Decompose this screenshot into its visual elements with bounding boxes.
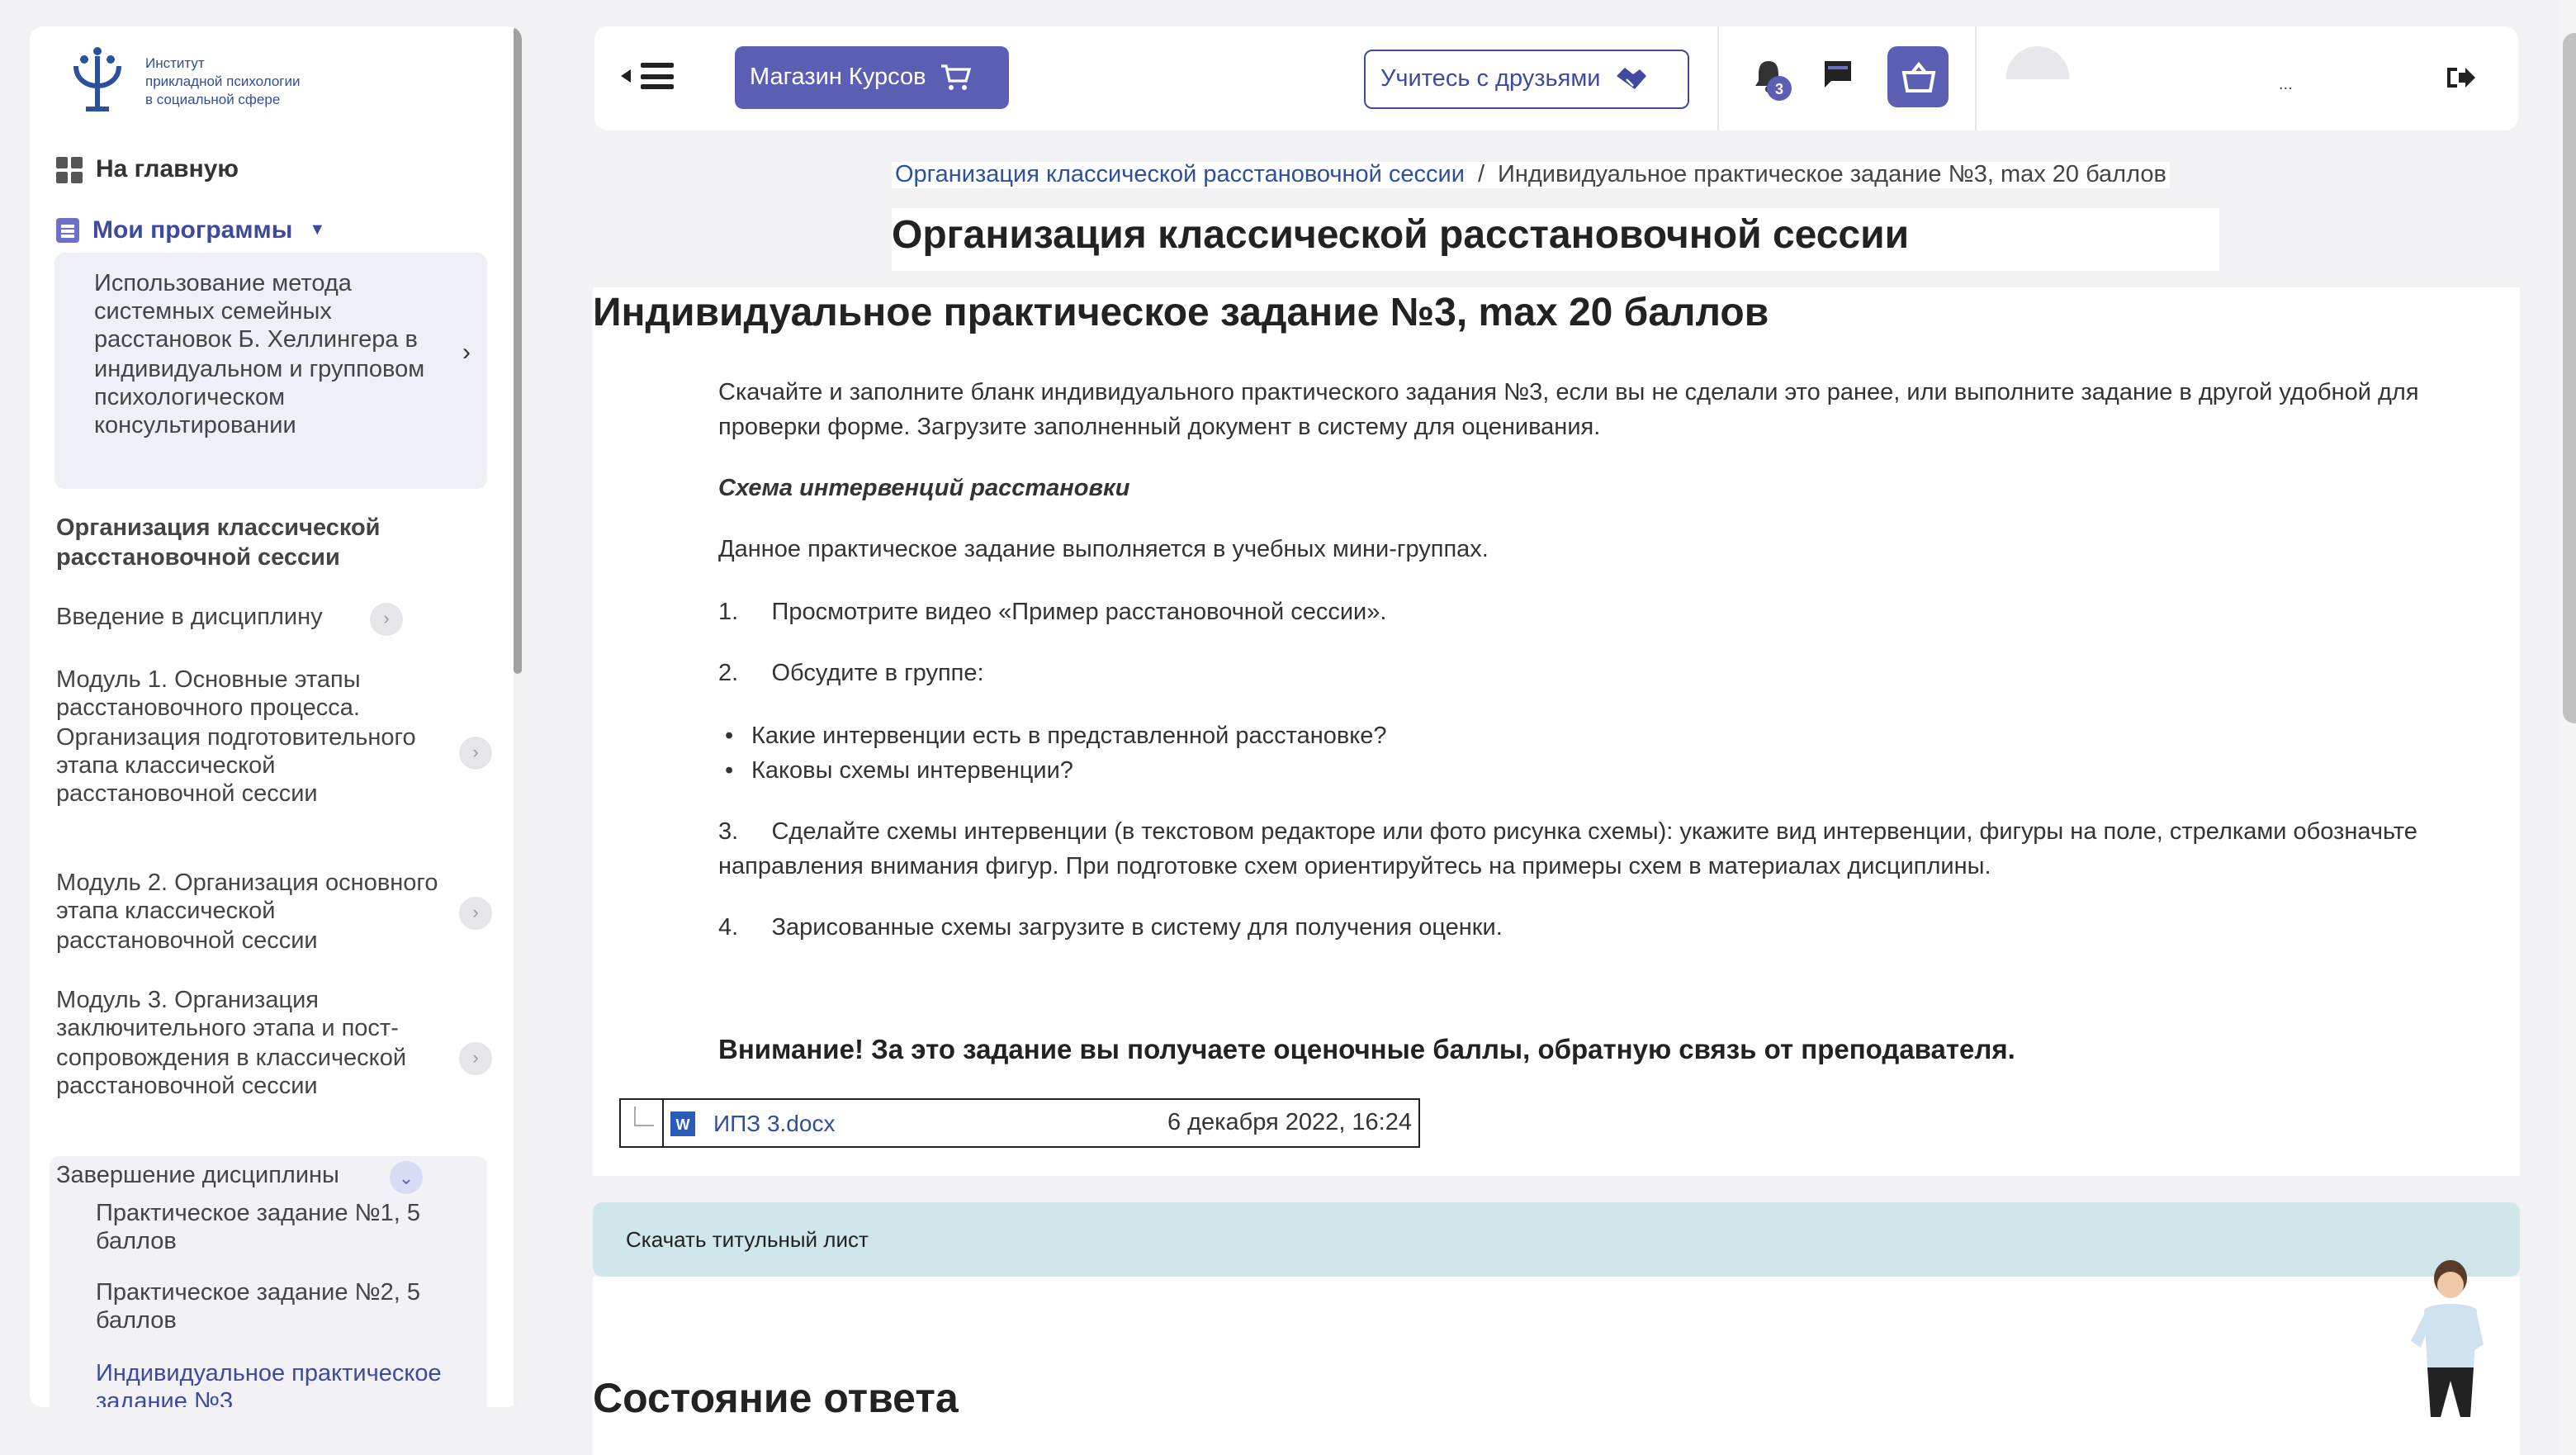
chevron-down-icon[interactable]: ⌄ — [390, 1161, 423, 1194]
scheme-heading: Схема интервенций расстановки — [718, 476, 1130, 502]
nav-my-programs[interactable]: Мои программы ▼ — [56, 216, 325, 244]
logo-line-1: Институт — [145, 54, 205, 70]
chevron-right-icon[interactable]: › — [459, 1042, 492, 1075]
chevron-right-icon[interactable]: › — [459, 737, 492, 770]
breadcrumb: Организация классической расстановочной … — [892, 162, 2170, 188]
chevron-right-icon: › — [462, 339, 471, 367]
sidebar-subitem-practice-3[interactable]: Индивидуальное практическое задание №3 — [96, 1361, 459, 1407]
top-bar: Магазин Курсов Учитесь с друзьями 3 ... — [594, 26, 2518, 130]
step-4: 4. Зарисованные схемы загрузите в систем… — [718, 915, 1503, 941]
sidebar: Институт прикладной психологии в социаль… — [30, 26, 522, 1407]
divider — [1717, 26, 1719, 130]
caret-left-icon — [621, 69, 631, 83]
bullet-text: Каковы схемы интервенции? — [751, 758, 1073, 784]
step-3: 3. Сделайте схемы интервенции (в текстов… — [718, 819, 2424, 880]
breadcrumb-parent-link[interactable]: Организация классической расстановочной … — [895, 162, 1465, 188]
logo-line-3: в социальной сфере — [145, 90, 281, 107]
logo-text: Институт прикладной психологии в социаль… — [145, 54, 343, 108]
psi-logo-icon — [73, 47, 121, 111]
file-tree: W ИПЗ 3.docx 6 декабря 2022, 16:24 — [619, 1098, 1420, 1148]
dashboard-icon — [56, 156, 83, 182]
course-shop-button[interactable]: Магазин Курсов — [735, 46, 1009, 109]
program-item-label: Использование метода системных семейных … — [94, 271, 425, 440]
step-1: 1. Просмотрите видео «Пример расстановоч… — [718, 600, 1387, 626]
bullet-item: Каковы схемы интервенции? — [725, 755, 1073, 789]
sidebar-item-module-2[interactable]: Модуль 2. Организация основного этапа кл… — [56, 870, 452, 956]
basket-button[interactable] — [1887, 46, 1949, 107]
logo-line-2: прикладной психологии — [145, 72, 301, 88]
menu-toggle[interactable] — [621, 63, 674, 89]
notification-badge: 3 — [1767, 76, 1792, 101]
hamburger-icon — [641, 63, 674, 89]
sidebar-item-label: Модуль 1. Основные этапы расстановочного… — [56, 667, 416, 808]
chevron-right-icon[interactable]: › — [370, 603, 403, 636]
divider — [662, 1100, 664, 1146]
intro-paragraph: Скачайте и заполните бланк индивидуально… — [718, 380, 2419, 441]
document-icon — [56, 218, 79, 243]
sidebar-subitem-practice-2[interactable]: Практическое задание №2, 5 баллов — [96, 1280, 459, 1337]
tree-connector — [634, 1107, 654, 1126]
page-title: Индивидуальное практическое задание №3, … — [593, 291, 1769, 335]
sidebar-item-label: Модуль 3. Организация заключительного эт… — [56, 988, 407, 1100]
submission-panel — [593, 1277, 2520, 1455]
breadcrumb-separator: / — [1477, 162, 1485, 188]
avatar[interactable] — [2006, 46, 2069, 79]
chat-icon[interactable] — [1821, 58, 1854, 91]
sidebar-subitem-practice-1[interactable]: Практическое задание №1, 5 баллов — [96, 1201, 459, 1258]
chevron-right-icon[interactable]: › — [459, 897, 492, 930]
institute-logo[interactable]: Институт прикладной психологии в социаль… — [63, 46, 343, 116]
submission-status-heading: Состояние ответа — [593, 1376, 959, 1422]
page-scrollbar-thumb[interactable] — [2563, 33, 2576, 723]
learn-with-friends-button[interactable]: Учитесь с друзьями — [1364, 50, 1689, 109]
username[interactable]: ... — [2279, 76, 2293, 94]
step-2: 2. Обсудите в группе: — [718, 661, 984, 687]
program-item[interactable]: Использование метода системных семейных … — [54, 253, 487, 489]
download-title-page-link[interactable]: Скачать титульный лист — [626, 1227, 869, 1252]
assistant-avatar-icon[interactable] — [2401, 1255, 2490, 1424]
handshake-icon — [1617, 68, 1647, 89]
sidebar-scrollbar-thumb[interactable] — [514, 26, 522, 674]
sidebar-item-label: Модуль 2. Организация основного этапа кл… — [56, 870, 438, 955]
divider — [1975, 26, 1977, 130]
sidebar-item-label: Завершение дисциплины — [56, 1163, 339, 1189]
sidebar-section-title[interactable]: Организация классической расстановочной … — [56, 515, 452, 573]
download-title-page-bar[interactable]: Скачать титульный лист — [593, 1202, 2520, 1277]
logout-icon[interactable] — [2444, 63, 2477, 92]
app-root: Институт прикладной психологии в социаль… — [0, 0, 2576, 1455]
nav-home[interactable]: На главную — [56, 155, 239, 183]
paragraph: Данное практическое задание выполняется … — [718, 537, 1489, 563]
word-document-icon: W — [670, 1111, 695, 1136]
learn-with-friends-label: Учитесь с друзьями — [1380, 66, 1601, 92]
basket-icon — [1901, 60, 1935, 92]
attention-note: Внимание! За это задание вы получаете оц… — [718, 1036, 2015, 1065]
file-download-link[interactable]: ИПЗ 3.docx — [713, 1110, 835, 1136]
cart-icon — [940, 64, 971, 90]
bullet-text: Какие интервенции есть в представленной … — [751, 723, 1387, 750]
nav-home-label: На главную — [96, 155, 239, 183]
bullet-item: Какие интервенции есть в представленной … — [725, 720, 1387, 755]
chevron-down-icon: ▼ — [309, 221, 326, 239]
sidebar-item-module-3[interactable]: Модуль 3. Организация заключительного эт… — [56, 988, 452, 1102]
nav-my-programs-label: Мои программы — [92, 216, 293, 244]
breadcrumb-current: Индивидуальное практическое задание №3, … — [1498, 162, 2166, 188]
course-title: Организация классической расстановочной … — [892, 208, 2219, 271]
sidebar-item-label: Введение в дисциплину — [56, 604, 323, 631]
file-date: 6 декабря 2022, 16:24 — [1167, 1110, 1412, 1136]
course-shop-label: Магазин Курсов — [750, 64, 926, 91]
sidebar-item-module-1[interactable]: Модуль 1. Основные этапы расстановочного… — [56, 667, 452, 810]
